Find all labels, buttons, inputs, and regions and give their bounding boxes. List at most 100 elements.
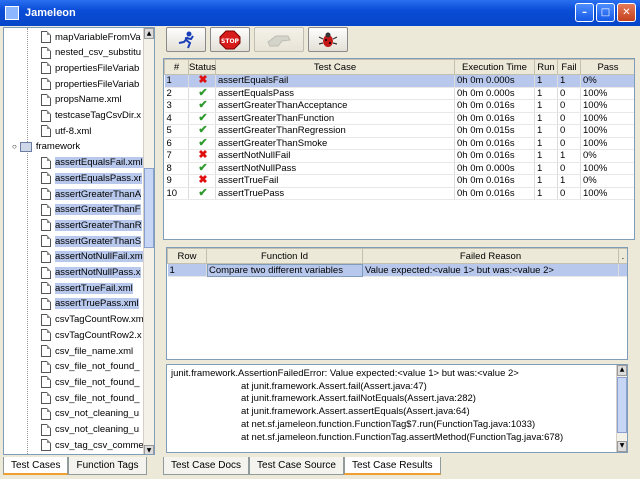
tab-test-case-source[interactable]: Test Case Source [249,457,344,475]
stack-trace-panel[interactable]: junit.framework.AssertionFailedError: Va… [166,364,628,453]
cell-fail: 0 [557,137,581,150]
bug-icon [318,32,338,47]
column-header[interactable]: Execution Time [454,59,535,75]
table-row[interactable]: 5 ✔ assertGreaterThanRegression 0h 0m 0.015… [164,124,634,138]
run-button[interactable] [166,27,206,52]
disabled-tool-button[interactable] [254,27,304,52]
table-row[interactable]: 4 ✔ assertGreaterThanFunction 0h 0m 0.016s 1… [164,112,634,125]
cell-run: 1 [534,124,558,138]
tree-file-item[interactable]: utf-8.xml [41,123,91,139]
test-case-tree[interactable]: mapVariableFromVa nested_csv_substitu prop… [4,28,145,454]
cell-fail: 0 [557,162,581,175]
tree-file-item[interactable]: propsName.xml [41,92,122,108]
file-icon [41,46,51,59]
scroll-up-arrow-icon[interactable]: ▲ [617,365,627,376]
file-icon [41,78,51,91]
tab-test-cases[interactable]: Test Cases [3,457,69,475]
tree-item-label: csv_not_cleaning_u [55,408,139,420]
column-header[interactable]: Fail [557,59,581,75]
table-row[interactable]: 7 ✖ assertNotNullFail 0h 0m 0.016s 1 1 0% [164,149,634,163]
tab-test-case-docs[interactable]: Test Case Docs [163,457,250,475]
table-row[interactable]: 8 ✔ assertNotNullPass 0h 0m 0.000s 1 0 100% [164,162,634,175]
tree-file-item[interactable]: assertGreaterThanF [41,202,141,218]
tree-file-item[interactable]: propertiesFileVariab [41,76,139,92]
title-bar[interactable]: Jameleon – □ ✕ [0,0,640,26]
close-button[interactable]: ✕ [617,3,636,22]
scrollbar-thumb[interactable] [144,168,154,248]
toolbar: STOP [163,27,635,54]
cell-name: assertTruePass [215,187,455,200]
table-row[interactable]: 2 ✔ assertEqualsPass 0h 0m 0.000s 1 0 100% [164,87,634,100]
tree-folder[interactable]: ○ framework [12,139,80,155]
window-controls: – □ ✕ [575,3,636,22]
column-header[interactable]: Run [534,59,558,75]
tab-function-tags[interactable]: Function Tags [68,457,147,475]
scroll-down-arrow-icon[interactable]: ▼ [617,441,627,452]
cell-run: 1 [534,74,558,88]
tree-file-item[interactable]: csvTagCountRow2.x [41,327,142,343]
tree-file-item[interactable]: testcaseTagCsvDir.x [41,108,141,124]
cell-time: 0h 0m 0.000s [454,74,535,88]
column-header[interactable]: . [618,248,627,264]
cell-fail: 1 [557,174,581,188]
trace-line: at net.sf.jameleon.function.FunctionTag$… [241,418,536,430]
tree-scrollbar[interactable]: ▲ ▼ [143,28,154,454]
tree-file-item[interactable]: assertNotNullPass.x [41,265,141,281]
table-row[interactable]: 9 ✖ assertTrueFail 0h 0m 0.016s 1 1 0% [164,174,634,188]
tree-file-item[interactable]: csv_file_not_found_ [41,374,140,390]
column-header[interactable]: Status [188,59,216,75]
tree-file-item[interactable]: csv_not_cleaning_u [41,406,139,422]
tree-file-item[interactable]: csv_file_name.xml [41,343,133,359]
maximize-button[interactable]: □ [596,3,615,22]
tab-test-case-results[interactable]: Test Case Results [343,457,441,475]
file-icon [41,125,51,138]
tree-file-item[interactable]: csvTagCountRow.xm [41,312,144,328]
scroll-down-arrow-icon[interactable]: ▼ [144,445,154,454]
column-header[interactable]: Pass [580,59,634,75]
tree-file-item[interactable]: assertTruePass.xml [41,296,139,312]
pass-check-icon: ✔ [188,162,216,175]
tree-file-item[interactable]: csv_tag_csv_comme [41,437,144,453]
tree-file-item[interactable]: assertGreaterThanS [41,233,142,249]
table-row[interactable]: 3 ✔ assertGreaterThanAcceptance 0h 0m 0.016… [164,99,634,113]
tree-file-item[interactable]: mapVariableFromVa [41,29,141,45]
trace-line: at junit.framework.Assert.fail(Assert.ja… [241,380,427,392]
tree-file-item[interactable]: assertNotNullFail.xm [41,249,143,265]
cell-run: 1 [534,99,558,113]
failure-row[interactable]: 1 Compare two different variables Value ex… [167,263,627,277]
cell-n: 7 [164,149,189,163]
cell-time: 0h 0m 0.016s [454,99,535,113]
column-header[interactable]: Test Case [215,59,455,75]
scrollbar-thumb[interactable] [617,377,627,433]
debug-button[interactable] [308,27,348,52]
cell-pass: 0% [580,74,634,88]
tree-file-item[interactable]: csv_file_not_found_ [41,390,140,406]
cell-reason: Value expected:<value 1> but was:<value … [362,263,619,277]
tree-file-item[interactable]: csv_not_cleaning_u [41,422,139,438]
minimize-button[interactable]: – [575,3,594,22]
column-header[interactable]: Row [167,248,207,264]
table-row[interactable]: 1 ✖ assertEqualsFail 0h 0m 0.000s 1 1 0% [164,74,634,88]
table-row[interactable]: 6 ✔ assertGreaterThanSmoke 0h 0m 0.016s 1 0 10… [164,137,634,150]
tree-guide-line [27,28,28,454]
hand-icon [267,35,291,46]
column-header[interactable]: Function Id [206,248,363,264]
tree-file-item[interactable]: csv_file_not_found_ [41,359,140,375]
column-header[interactable]: # [164,59,189,75]
expand-handle-icon[interactable]: ○ [12,142,17,151]
trace-scrollbar[interactable]: ▲ ▼ [616,365,627,452]
stop-button[interactable]: STOP [210,27,250,52]
tree-file-item[interactable]: assertEqualsFail.xml [41,155,143,171]
tree-file-item[interactable]: assertGreaterThanA [41,186,142,202]
tree-file-item[interactable]: assertEqualsPass.xr [41,170,142,186]
tree-file-item[interactable]: assertGreaterThanR [41,217,142,233]
table-row[interactable]: 10 ✔ assertTruePass 0h 0m 0.016s 1 0 100% [164,187,634,200]
tree-file-item[interactable]: assertTrueFail.xml [41,280,133,296]
stop-label: STOP [221,38,240,45]
column-header[interactable]: Failed Reason [362,248,619,264]
failures-table[interactable]: Row Function Id Failed Reason. 1 Compare tw… [166,247,628,360]
tree-file-item[interactable]: propertiesFileVariab [41,60,139,76]
scroll-up-arrow-icon[interactable]: ▲ [144,28,154,39]
tree-file-item[interactable]: nested_csv_substitu [41,45,141,61]
results-table[interactable]: # Status Test Case Execution Time Run Fail Pas… [163,58,635,240]
